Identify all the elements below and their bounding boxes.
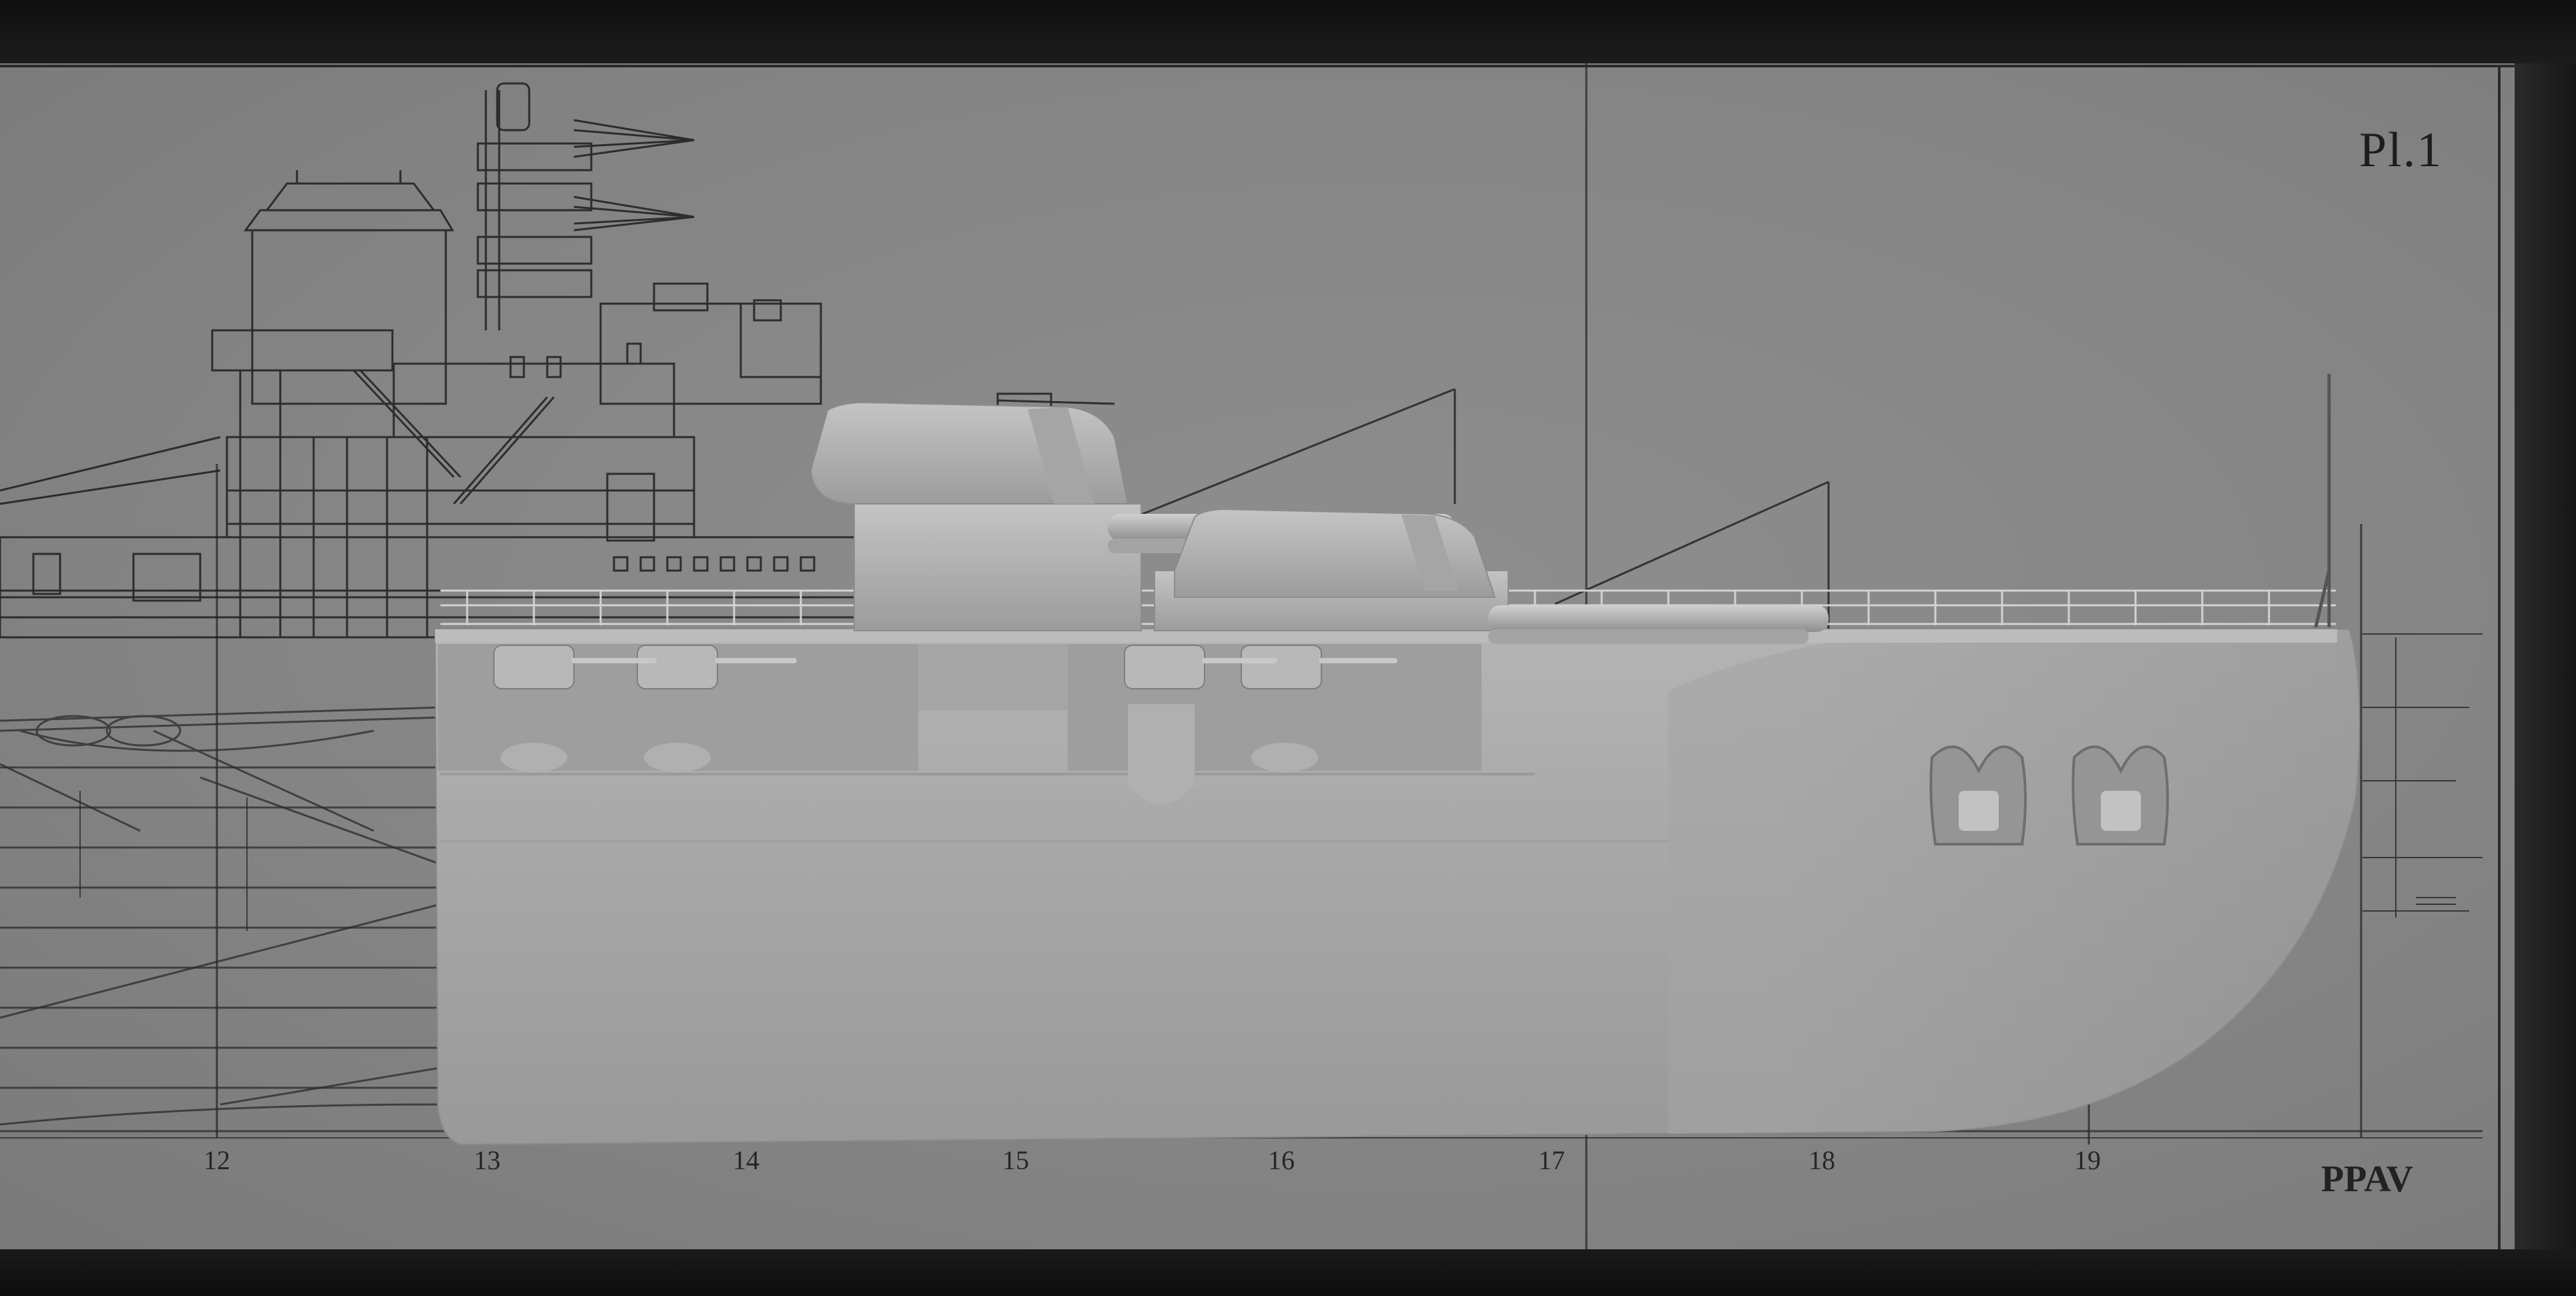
station-label: 17 [1538,1145,1565,1175]
hull-lines-drawing [0,706,441,1126]
station-label: 19 [2074,1145,2101,1175]
viewer-frame-right [2515,63,2576,1249]
station-label: 16 [1268,1145,1295,1175]
station-label: 13 [474,1145,501,1175]
blueprint-sheet: Pl.1 PPAV 12 13 14 15 16 17 18 19 [0,63,2515,1249]
dimension-marks [79,791,248,931]
ship-render [0,63,2515,1249]
station-label: 15 [1002,1145,1029,1175]
viewer-frame-bottom [0,1249,2576,1296]
draft-marks [2362,633,2483,918]
station-label: 12 [204,1145,230,1175]
turret-a [1154,508,1829,644]
station-label: 18 [1809,1145,1835,1175]
station-label: 14 [733,1145,759,1175]
jackstaff [2314,374,2331,628]
hull-model [434,629,2360,1146]
perpendicular-label: PPAV [2321,1159,2413,1200]
viewer-frame-top [0,0,2576,63]
plate-number: Pl.1 [2359,123,2443,178]
